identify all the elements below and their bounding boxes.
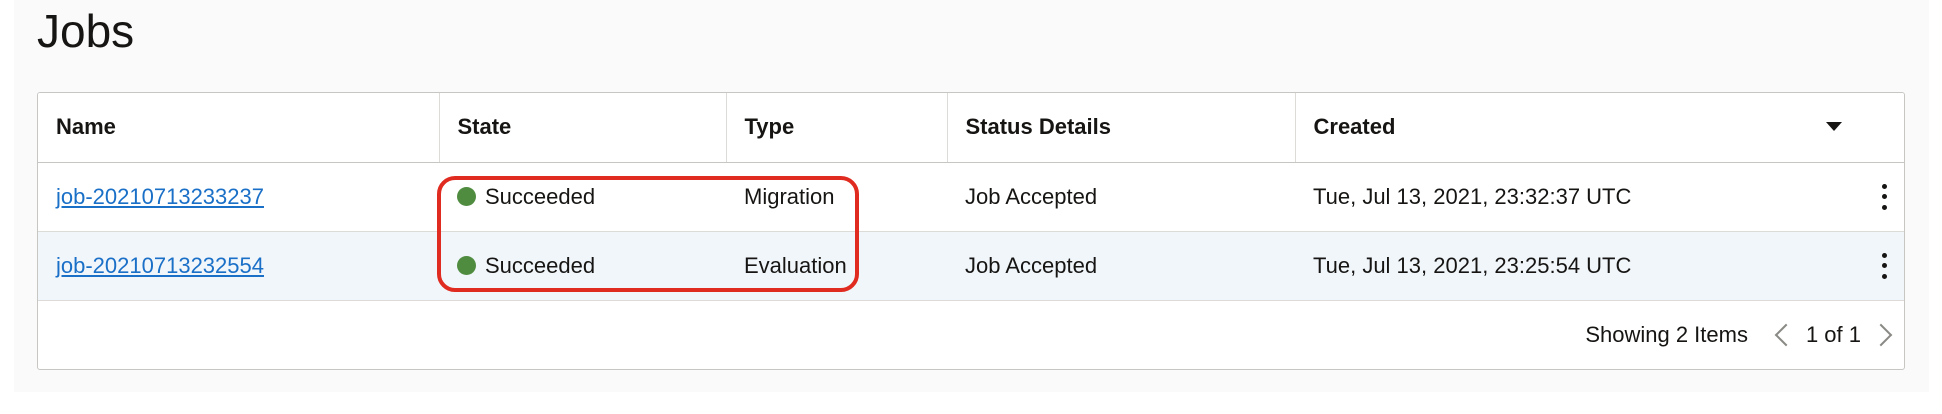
job-created-text: Tue, Jul 13, 2021, 23:32:37 UTC	[1313, 183, 1632, 209]
job-state-text: Succeeded	[485, 183, 596, 209]
pagination-label: 1 of 1	[1805, 321, 1861, 347]
column-header-name[interactable]: Name	[38, 93, 440, 163]
job-type-cell: Evaluation	[726, 231, 947, 301]
table-footer: Showing 2 Items 1 of 1	[38, 300, 1904, 369]
job-state-cell: Succeeded	[439, 162, 726, 232]
job-status-details-cell: Job Accepted	[947, 162, 1295, 232]
job-name-cell: job-20210713233237	[38, 162, 439, 232]
job-state-text: Succeeded	[485, 252, 596, 278]
job-state-cell: Succeeded	[439, 231, 726, 301]
job-type-cell: Migration	[726, 162, 947, 232]
table-header-row: Name State Type Status Details Created	[38, 93, 1904, 163]
kebab-menu-icon[interactable]	[1880, 183, 1888, 210]
job-status-details-cell: Job Accepted	[947, 231, 1295, 301]
chevron-right-icon[interactable]	[1869, 323, 1893, 346]
column-header-status-details[interactable]: Status Details	[947, 93, 1296, 163]
column-header-created[interactable]: Created	[1295, 93, 1904, 163]
column-header-type[interactable]: Type	[726, 93, 948, 163]
job-created-cell: Tue, Jul 13, 2021, 23:25:54 UTC	[1295, 231, 1904, 301]
caret-down-icon[interactable]	[1826, 122, 1842, 131]
job-created-cell: Tue, Jul 13, 2021, 23:32:37 UTC	[1295, 162, 1904, 232]
table-row: job-20210713232554 Succeeded Evaluation …	[38, 231, 1904, 301]
succeeded-status-icon	[457, 255, 476, 275]
table-row: job-20210713233237 Succeeded Migration J…	[38, 162, 1904, 232]
job-name-cell: job-20210713232554	[38, 231, 439, 301]
column-header-state[interactable]: State	[439, 93, 727, 163]
job-name-link[interactable]: job-20210713233237	[56, 184, 264, 209]
succeeded-status-icon	[457, 186, 476, 206]
jobs-table: Name State Type Status Details Created j…	[37, 92, 1905, 370]
column-header-created-label: Created	[1313, 114, 1396, 140]
kebab-menu-icon[interactable]	[1880, 252, 1888, 279]
job-name-link[interactable]: job-20210713232554	[56, 253, 264, 278]
job-created-text: Tue, Jul 13, 2021, 23:25:54 UTC	[1313, 252, 1632, 278]
chevron-left-icon[interactable]	[1774, 323, 1798, 346]
page-title: Jobs	[37, 5, 135, 57]
items-count: Showing 2 Items	[1585, 321, 1748, 347]
